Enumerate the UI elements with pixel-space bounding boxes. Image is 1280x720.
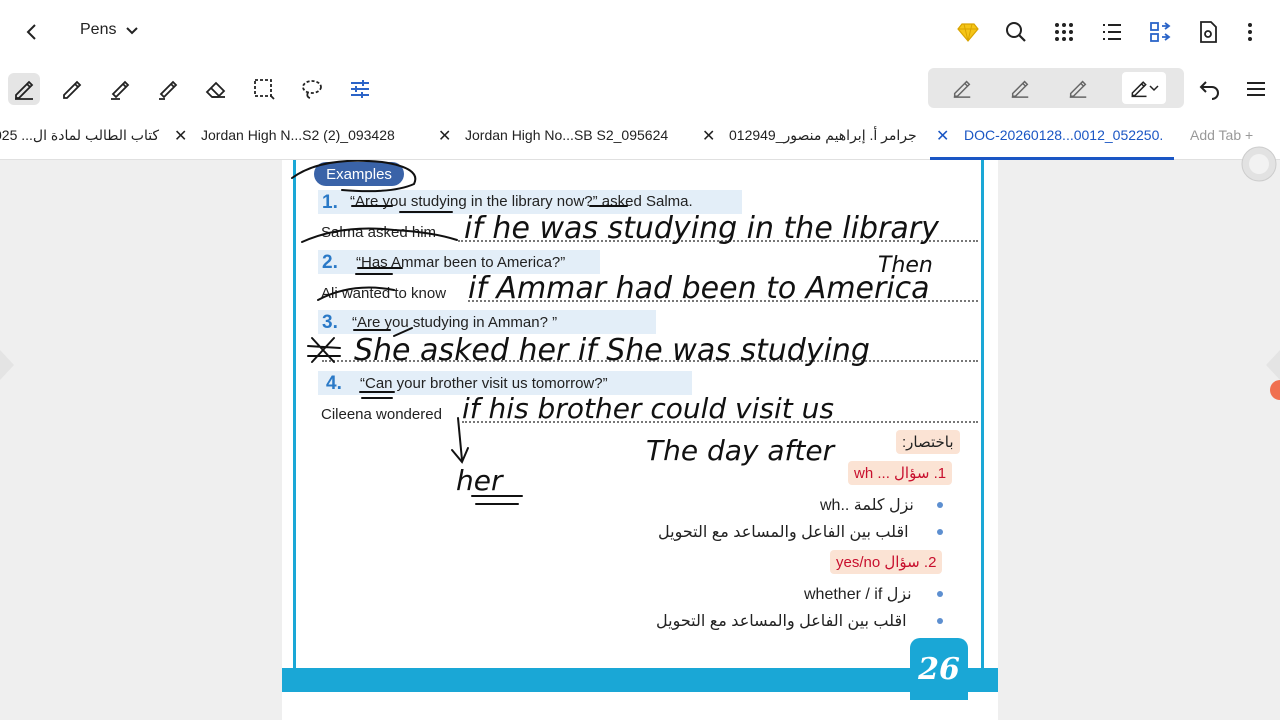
- wh-rule-2: اقلب بين الفاعل والمساعد مع التحويل: [658, 524, 909, 541]
- close-icon[interactable]: ✕: [702, 126, 715, 146]
- pen-preset-1[interactable]: [942, 72, 982, 104]
- pen-preset-selected[interactable]: [1122, 72, 1166, 104]
- pen-preset-icon: [1131, 81, 1147, 98]
- document-viewer[interactable]: Examples 1. “Are you studying in the lib…: [0, 146, 1280, 720]
- grid-apps-icon[interactable]: [1052, 20, 1076, 44]
- yn-rule-2: اقلب بين الفاعل والمساعد مع التحويل: [656, 613, 907, 630]
- question-number: 4.: [326, 373, 342, 394]
- pen-2-tool-button[interactable]: [56, 73, 88, 105]
- answer-line: [322, 360, 978, 362]
- close-icon[interactable]: ✕: [438, 126, 451, 146]
- tab-2[interactable]: Jordan High N...S2 (2)_093428: [201, 127, 395, 143]
- tab-4[interactable]: جرامر أ. إبراهيم منصور_012949: [729, 127, 917, 144]
- app-header: Pens: [0, 0, 1280, 64]
- examples-badge: Examples: [314, 162, 404, 186]
- highlighter-icon: [111, 80, 130, 100]
- back-arrow-icon[interactable]: [20, 20, 44, 44]
- summary-label: باختصار:: [896, 430, 960, 454]
- pen-preset-icon: [1011, 80, 1029, 98]
- more-vertical-icon[interactable]: [1238, 20, 1262, 44]
- pen-preset-3[interactable]: [1058, 72, 1098, 104]
- document-settings-icon[interactable]: [1196, 20, 1220, 44]
- pen-icon: [15, 80, 34, 100]
- pen-icon: [63, 80, 82, 99]
- add-tab-label: Add Tab: [1190, 127, 1242, 143]
- sliders-icon: [351, 80, 369, 98]
- pen-preset-icon: [1069, 80, 1087, 98]
- eraser-tool-button[interactable]: [200, 73, 232, 105]
- lasso-icon: [302, 80, 322, 99]
- add-tab-button[interactable]: Add Tab +: [1190, 127, 1253, 143]
- eraser-icon: [205, 81, 226, 98]
- scroll-handle-icon[interactable]: [1238, 146, 1280, 182]
- question-number: 2.: [322, 252, 338, 273]
- page-number: 26: [910, 638, 968, 700]
- menu-lines-icon: [1247, 82, 1265, 96]
- yes-no-question-heading: 2. سؤال yes/no: [830, 550, 943, 574]
- document-title-dropdown[interactable]: Pens: [80, 21, 140, 39]
- bullet: [937, 618, 943, 624]
- rect-select-tool-button[interactable]: [248, 73, 280, 105]
- tab-1[interactable]: كتاب الطالب لمادة ال... 025: [0, 127, 159, 144]
- answer-4-prefix: Cileena wondered: [321, 406, 442, 423]
- bullet: [937, 591, 943, 597]
- question-2: “Has Ammar been to America?”: [356, 254, 566, 271]
- marker-icon: [159, 80, 178, 100]
- highlighter-tool-button[interactable]: [104, 73, 136, 105]
- close-icon[interactable]: ✕: [174, 126, 187, 146]
- page-layout-icon[interactable]: [1148, 20, 1172, 44]
- answer-line: [462, 421, 978, 423]
- premium-diamond-icon[interactable]: [956, 20, 980, 44]
- answer-2-prefix: Ali wanted to know: [321, 285, 447, 302]
- plus-icon: +: [1245, 127, 1254, 143]
- side-marker-icon[interactable]: [1268, 378, 1280, 402]
- bullet: [937, 529, 943, 535]
- question-1: “Are you studying in the library now?” a…: [350, 193, 693, 210]
- tool-settings-button[interactable]: [344, 73, 376, 105]
- answer-1-prefix: Salma asked him: [321, 224, 437, 241]
- tab-5-active[interactable]: DOC-20260128...0012_052250.: [964, 127, 1163, 143]
- left-edge-handle-icon[interactable]: [0, 350, 16, 380]
- toolbar-menu-button[interactable]: [1240, 73, 1272, 105]
- search-icon[interactable]: [1004, 20, 1028, 44]
- pen-preset-2[interactable]: [1000, 72, 1040, 104]
- chevron-down-icon: [1149, 85, 1159, 92]
- pdf-page: Examples 1. “Are you studying in the lib…: [282, 160, 998, 720]
- question-3: “Are you studying in Amman? ”: [352, 314, 558, 331]
- pen-tool-button[interactable]: [8, 73, 40, 105]
- bullet: [937, 502, 943, 508]
- marker-tool-button[interactable]: [152, 73, 184, 105]
- wh-question-heading: 1. سؤال ... wh: [848, 461, 953, 485]
- right-edge-handle-icon[interactable]: [1264, 350, 1280, 380]
- undo-icon: [1199, 81, 1219, 100]
- page-footer-band: [282, 668, 998, 692]
- question-4: “Can your brother visit us tomorrow?”: [360, 375, 608, 392]
- question-number: 1.: [322, 192, 338, 213]
- close-icon[interactable]: ✕: [936, 126, 949, 146]
- pen-presets-panel: [928, 68, 1184, 108]
- question-number: 3.: [322, 312, 338, 333]
- document-tabs: كتاب الطالب لمادة ال... 025 ✕ Jordan Hig…: [0, 114, 1280, 160]
- chevron-down-icon: [126, 27, 139, 35]
- wh-rule-1: نزل كلمة ..wh: [820, 497, 914, 514]
- list-icon[interactable]: [1100, 20, 1124, 44]
- undo-button[interactable]: [1194, 73, 1226, 105]
- answer-line: [458, 240, 978, 242]
- tab-3[interactable]: Jordan High No...SB S2_095624: [465, 127, 668, 143]
- document-title: Pens: [80, 21, 117, 38]
- annotation-toolbar: [0, 64, 1280, 114]
- lasso-tool-button[interactable]: [296, 73, 328, 105]
- yn-rule-1: نزل whether / if: [804, 586, 912, 603]
- selection-rectangle-icon: [254, 79, 275, 100]
- answer-line: [468, 300, 978, 302]
- pen-preset-icon: [953, 80, 971, 98]
